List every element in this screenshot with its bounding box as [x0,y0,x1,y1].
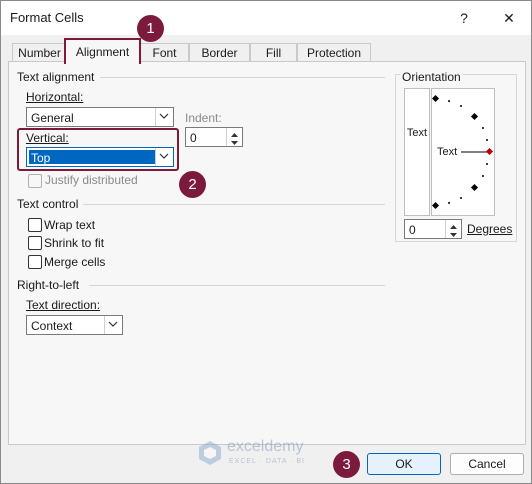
callout-badge-3: 3 [333,451,360,478]
dialog-title: Format Cells [10,10,84,25]
help-button[interactable]: ? [453,7,475,29]
cancel-button[interactable]: Cancel [450,453,524,475]
indent-label: Indent: [185,111,222,125]
exceldemy-watermark: exceldemy EXCEL · DATA · BI [197,438,347,472]
chevron-down-icon[interactable] [104,316,122,334]
merge-cells-checkbox[interactable] [28,255,42,269]
dial-text-preview: Text [437,146,458,158]
shrink-to-fit-label[interactable]: Shrink to fit [44,236,104,250]
horizontal-select[interactable]: General [26,107,174,127]
tab-protection[interactable]: Protection [297,43,371,62]
vertical-text-box[interactable]: Text [404,88,430,216]
tab-border[interactable]: Border [189,43,250,62]
spin-down-icon[interactable] [446,229,461,238]
right-to-left-heading: Right-to-left [17,278,80,292]
chevron-down-icon[interactable] [155,108,173,126]
section-divider [89,285,385,286]
vertical-text-preview: Text [406,127,428,139]
format-cells-dialog: Format Cells ? ✕ Number Alignment Font B… [0,0,532,484]
vertical-value: Top [31,151,51,165]
section-divider [100,77,385,78]
close-button[interactable]: ✕ [498,7,520,29]
justify-distributed-checkbox[interactable] [28,174,42,188]
spin-down-icon[interactable] [227,137,242,146]
text-direction-value: Context [31,319,73,333]
orientation-dial[interactable]: Text [431,88,495,216]
chevron-down-icon[interactable] [155,148,173,166]
vertical-select[interactable]: Top [26,147,174,167]
shrink-to-fit-checkbox[interactable] [28,236,42,250]
text-alignment-heading: Text alignment [17,70,95,84]
spin-up-icon[interactable] [227,128,242,137]
exceldemy-logo-icon [199,441,221,465]
degrees-label: Degrees [467,222,513,236]
degrees-spinner[interactable]: 0 [404,219,462,239]
indent-spinner[interactable]: 0 [185,127,243,147]
tab-font[interactable]: Font [140,43,189,62]
wrap-text-checkbox[interactable] [28,218,42,232]
merge-cells-label[interactable]: Merge cells [44,255,105,269]
orientation-heading: Orientation [400,70,463,84]
justify-distributed-label: Justify distributed [45,173,138,187]
indent-spin-buttons [226,128,242,146]
watermark-brand: exceldemy [227,438,304,455]
indent-value: 0 [190,131,197,145]
ok-button[interactable]: OK [367,453,441,475]
section-divider [83,204,385,205]
text-direction-label: Text direction: [26,298,101,312]
watermark-tagline: EXCEL · DATA · BI [229,458,305,465]
tab-fill[interactable]: Fill [250,43,297,62]
vertical-label: Vertical: [26,131,69,145]
spin-up-icon[interactable] [446,220,461,229]
tab-number[interactable]: Number [12,43,67,62]
title-bar: Format Cells ? ✕ [1,1,531,35]
horizontal-value: General [31,111,74,125]
text-direction-select[interactable]: Context [26,315,123,335]
callout-badge-1: 1 [137,15,164,42]
callout-badge-2: 2 [179,171,206,198]
degrees-spin-buttons [445,220,461,238]
text-control-heading: Text control [17,197,79,211]
wrap-text-label[interactable]: Wrap text [44,218,95,232]
tab-alignment[interactable]: Alignment [64,38,141,64]
horizontal-label: Horizontal: [26,90,84,104]
degrees-value: 0 [409,223,416,237]
